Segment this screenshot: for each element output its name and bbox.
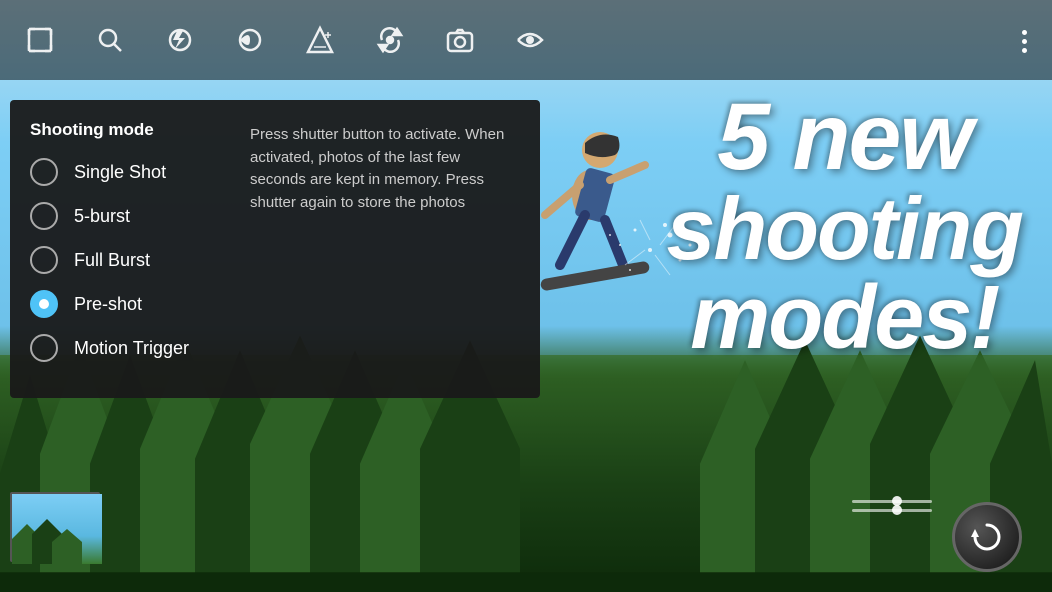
option-motion-trigger[interactable]: Motion Trigger [30,334,230,362]
brightness-icon[interactable] [230,20,270,60]
overlay-line1: 5 new [667,90,1022,185]
label-5-burst: 5-burst [74,206,130,227]
option-full-burst[interactable]: Full Burst [30,246,230,274]
flash-icon[interactable] [160,20,200,60]
option-5-burst[interactable]: 5-burst [30,202,230,230]
description-text: Press shutter button to activate. When a… [250,124,520,214]
shooting-options-list: Shooting mode Single Shot 5-burst Full B… [30,120,230,378]
label-single-shot: Single Shot [74,162,166,183]
slider-bar-2[interactable] [852,509,932,512]
expand-icon[interactable] [20,20,60,60]
shooting-mode-panel: Shooting mode Single Shot 5-burst Full B… [10,100,540,398]
radio-single-shot[interactable] [30,158,58,186]
label-full-burst: Full Burst [74,250,150,271]
option-pre-shot[interactable]: Pre-shot [30,290,230,318]
more-options-icon[interactable] [1012,20,1037,63]
exposure-sliders [852,500,932,512]
label-motion-trigger: Motion Trigger [74,338,189,359]
overlay-line3: modes! [667,273,1022,363]
reset-button[interactable] [952,502,1022,572]
panel-title: Shooting mode [30,120,230,140]
exposure-icon[interactable] [300,20,340,60]
camera-switch-icon[interactable] [440,20,480,60]
slider-bar-1[interactable] [852,500,932,503]
radio-5-burst[interactable] [30,202,58,230]
search-icon[interactable] [90,20,130,60]
option-single-shot[interactable]: Single Shot [30,158,230,186]
radio-pre-shot[interactable] [30,290,58,318]
shooting-mode-description: Press shutter button to activate. When a… [250,120,520,378]
rotate-icon[interactable] [370,20,410,60]
radio-full-burst[interactable] [30,246,58,274]
eye-icon[interactable] [510,20,550,60]
radio-motion-trigger[interactable] [30,334,58,362]
overlay-line2: shooting [667,185,1022,273]
label-pre-shot: Pre-shot [74,294,142,315]
thumbnail-preview[interactable] [10,492,100,562]
overlay-text-container: 5 new shooting modes! [667,90,1022,363]
